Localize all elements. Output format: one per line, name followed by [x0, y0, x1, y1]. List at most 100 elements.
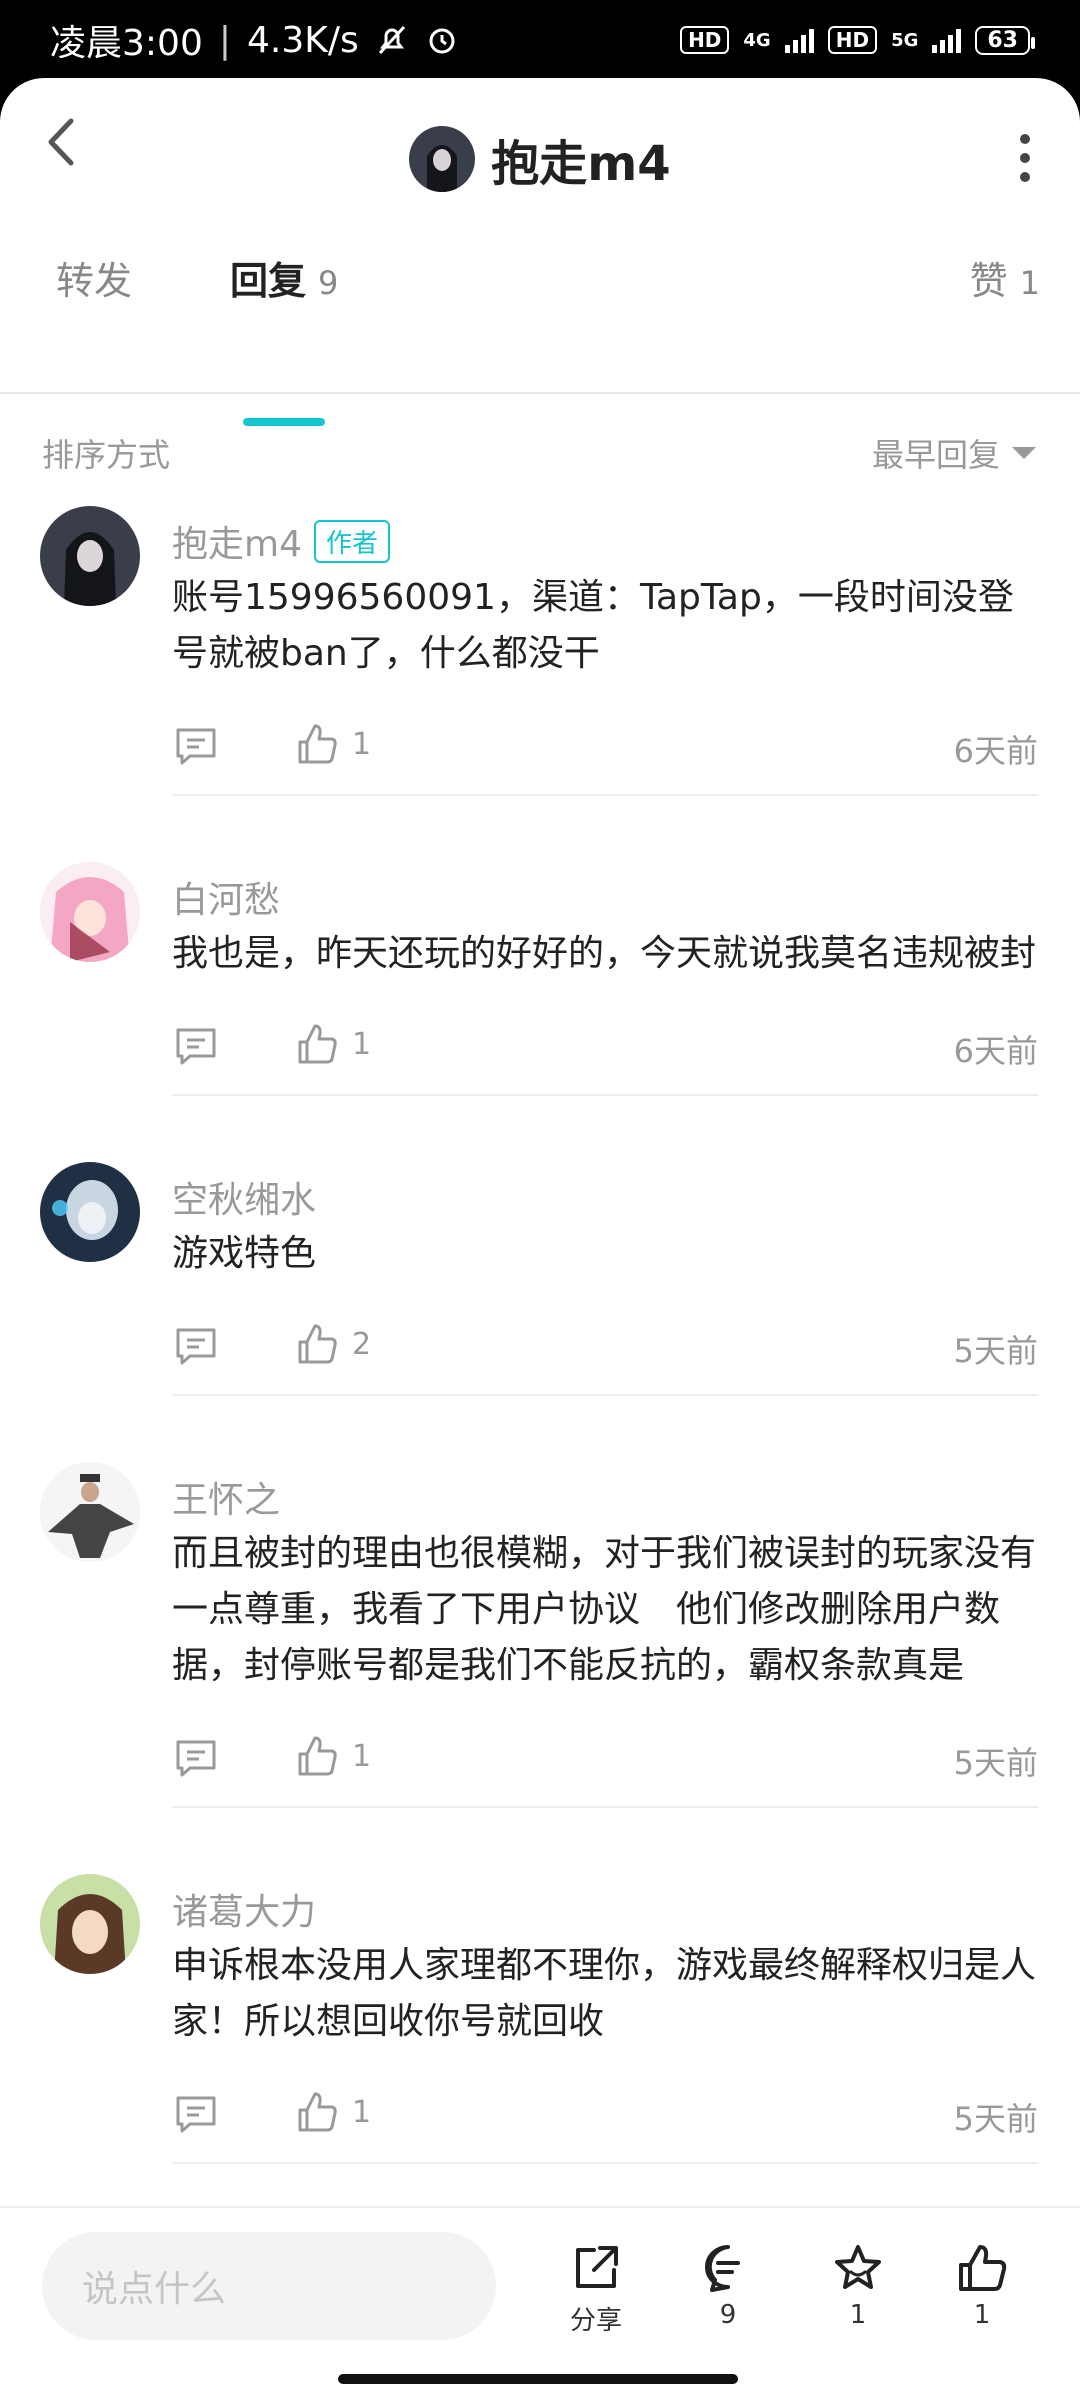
network-type-2: 5G: [891, 29, 919, 51]
reply-icon[interactable]: [174, 1736, 218, 1780]
comment-time: 6天前: [953, 1032, 1038, 1070]
avatar[interactable]: [409, 126, 476, 192]
share-label: 分享: [569, 2306, 622, 2336]
thumbs-up-icon: [298, 1324, 337, 1364]
share-icon: [576, 2246, 618, 2288]
thumbs-up-icon: [298, 1736, 337, 1776]
sort-value: 最早回复: [871, 436, 1000, 474]
comment-count: 9: [719, 2300, 737, 2330]
user-avatar-icon: [40, 1162, 140, 1262]
user-avatar-icon: [409, 126, 476, 192]
tab-label: 转发: [56, 259, 133, 303]
divider: [172, 2162, 1038, 2164]
comment-text: 申诉根本没用人家理都不理你，游戏最终解释权归是人家！所以想回收你号就回收: [172, 1945, 1037, 2042]
star-icon: [835, 2245, 881, 2289]
comment-author[interactable]: 王怀之: [172, 1471, 280, 1523]
comment-item: 诸葛大力 申诉根本没用人家理都不理你，游戏最终解释权归是人家！所以想回收你号就回…: [0, 1874, 1080, 2164]
sort-label: 排序方式: [42, 436, 171, 474]
favorite-count: 1: [849, 2300, 867, 2330]
sort-dropdown[interactable]: 最早回复: [872, 430, 1036, 476]
like-count: 2: [352, 1326, 372, 1362]
user-avatar-icon: [40, 1874, 140, 1974]
reply-icon[interactable]: [174, 724, 218, 768]
tab-label: 回复: [230, 259, 307, 303]
comment-button[interactable]: 9: [678, 2242, 778, 2330]
reply-icon[interactable]: [174, 1024, 218, 1068]
avatar[interactable]: [40, 1162, 140, 1262]
like-count: 1: [352, 1026, 372, 1062]
home-indicator[interactable]: [338, 2374, 738, 2384]
hd-badge: HD: [680, 26, 730, 54]
comment-icon: [705, 2245, 740, 2292]
thumbs-up-icon: [298, 1024, 337, 1064]
comment-author[interactable]: 空秋缃水: [172, 1171, 316, 1223]
like-post-count: 1: [973, 2300, 991, 2330]
comment-author[interactable]: 白河愁: [172, 871, 280, 923]
reply-icon[interactable]: [174, 1324, 218, 1368]
thumbs-up-icon: [298, 2092, 337, 2132]
comment-text: 而且被封的理由也很模糊，对于我们被误封的玩家没有一点尊重，我看了下用户协议 他们…: [172, 1533, 1037, 1686]
status-bar: 凌晨3:00 | 4.3K/s HD 4G HD 5G 63: [0, 0, 1080, 80]
status-separator: |: [218, 19, 231, 61]
sort-row: 排序方式 最早回复: [0, 394, 1080, 506]
like-count: 1: [352, 726, 372, 762]
battery-icon: 63: [975, 25, 1035, 55]
comment-text: 我也是，昨天还玩的好好的，今天就说我莫名违规被封: [172, 933, 1037, 974]
avatar[interactable]: [40, 862, 140, 962]
comment-item: 抱走m4 作者 账号15996560091，渠道：TapTap，一段时间没登号就…: [0, 506, 1080, 796]
comment-item: 白河愁 我也是，昨天还玩的好好的，今天就说我莫名违规被封 1 6天前: [0, 862, 1080, 1096]
signal-icon-2: [932, 27, 962, 53]
thumbs-up-icon: [298, 724, 337, 764]
tab-bar: 转发 回复 9 赞 1: [0, 194, 1080, 426]
comment-author[interactable]: 抱走m4: [172, 515, 302, 567]
tab-reply[interactable]: 回复 9: [230, 250, 338, 305]
bottom-action-bar: 说点什么 分享 9 1 1: [0, 2206, 1080, 2400]
network-type-1: 4G: [743, 29, 771, 51]
more-dot-icon: [1020, 134, 1030, 144]
thumbs-up-icon: [959, 2245, 1007, 2291]
status-time: 凌晨3:00: [50, 23, 203, 64]
avatar[interactable]: [40, 1462, 140, 1562]
like-post-button[interactable]: 1: [932, 2242, 1032, 2330]
user-avatar-icon: [40, 506, 140, 606]
reply-icon[interactable]: [174, 2092, 218, 2136]
like-button[interactable]: 1: [296, 1734, 371, 1778]
like-count: 1: [352, 2094, 372, 2130]
tab-repost[interactable]: 转发: [56, 250, 132, 305]
author-badge: 作者: [313, 519, 390, 563]
favorite-button[interactable]: 1: [808, 2242, 908, 2330]
like-button[interactable]: 1: [296, 722, 371, 766]
tab-count: 9: [318, 264, 339, 302]
signal-icon: [784, 27, 814, 53]
comment-time: 6天前: [953, 732, 1038, 770]
like-button[interactable]: 1: [296, 2090, 371, 2134]
avatar[interactable]: [40, 1874, 140, 1974]
caret-down-icon: [1012, 447, 1036, 459]
divider: [172, 1806, 1038, 1808]
page-title: 抱走m4: [491, 136, 671, 192]
comment-author[interactable]: 诸葛大力: [172, 1883, 316, 1935]
alarm-icon: [429, 28, 455, 54]
like-count: 1: [352, 1738, 372, 1774]
comment-list: 抱走m4 作者 账号15996560091，渠道：TapTap，一段时间没登号就…: [0, 506, 1080, 2164]
tab-like[interactable]: 赞 1: [970, 250, 1040, 305]
comment-time: 5天前: [953, 1744, 1038, 1782]
tab-label: 赞: [969, 259, 1008, 303]
user-avatar-icon: [40, 1462, 140, 1562]
comment-text: 账号15996560091，渠道：TapTap，一段时间没登号就被ban了，什么…: [172, 577, 1014, 674]
comment-item: 空秋缃水 游戏特色 2 5天前: [0, 1162, 1080, 1396]
comment-item: 王怀之 而且被封的理由也很模糊，对于我们被误封的玩家没有一点尊重，我看了下用户协…: [0, 1462, 1080, 1808]
header-user[interactable]: 抱走m4: [0, 124, 1080, 194]
like-button[interactable]: 1: [296, 1022, 371, 1066]
divider: [172, 794, 1038, 796]
share-button[interactable]: 分享: [546, 2242, 646, 2337]
avatar[interactable]: [40, 506, 140, 606]
comment-time: 5天前: [953, 2100, 1038, 2138]
comment-text: 游戏特色: [172, 1233, 317, 1274]
comment-input[interactable]: 说点什么: [42, 2232, 496, 2340]
divider: [172, 1094, 1038, 1096]
like-button[interactable]: 2: [296, 1322, 371, 1366]
more-options-button[interactable]: [1000, 128, 1050, 188]
mute-icon: [378, 25, 405, 55]
hd-badge-2: HD: [827, 26, 878, 54]
